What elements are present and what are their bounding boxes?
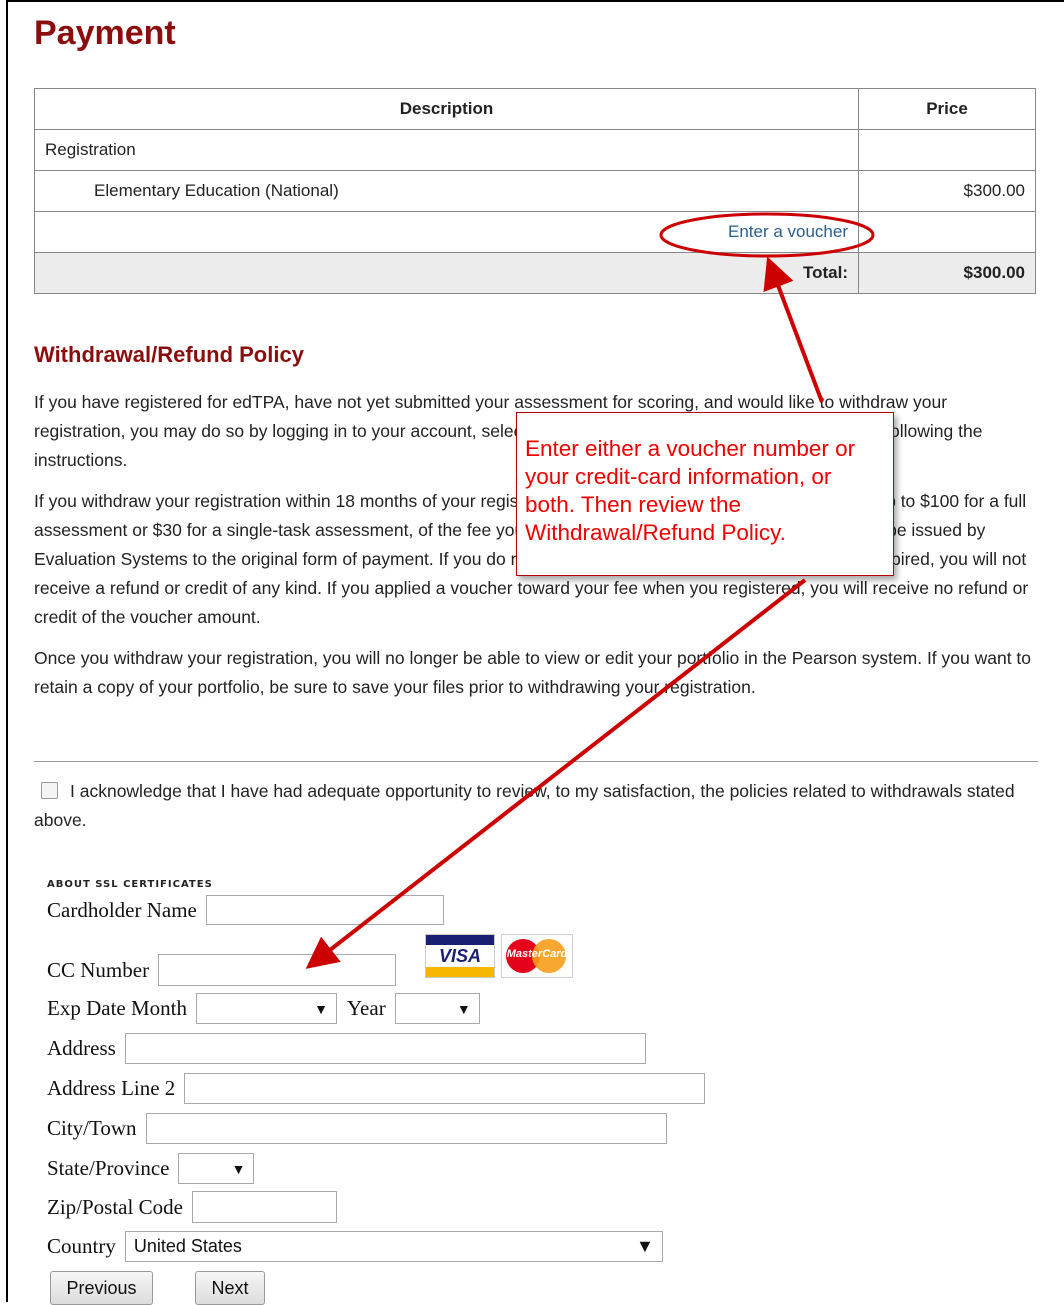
mastercard-logo: MasterCard — [501, 934, 573, 978]
table-row: Registration — [34, 129, 1036, 171]
city-label: City/Town — [47, 1116, 137, 1140]
zip-label: Zip/Postal Code — [47, 1194, 183, 1219]
city-row: City/Town — [47, 1113, 667, 1144]
total-row: Total: $300.00 — [34, 252, 1036, 294]
price-table: Description Price Registration Elementar… — [34, 88, 1036, 294]
country-select[interactable]: United States ▼ — [124, 1231, 663, 1262]
policy-paragraph: Once you withdraw your registration, you… — [34, 648, 1032, 697]
visa-text: VISA — [438, 946, 481, 966]
empty-cell — [858, 211, 1036, 253]
table-row: Enter a voucher — [34, 211, 1036, 253]
table-header-row: Description Price — [34, 88, 1036, 130]
item-price: $300.00 — [858, 170, 1036, 212]
country-row: Country United States ▼ — [47, 1231, 663, 1262]
voucher-cell: Enter a voucher — [34, 211, 859, 253]
enter-voucher-link[interactable]: Enter a voucher — [728, 222, 848, 241]
address2-label: Address Line 2 — [47, 1076, 176, 1100]
exp-year-select[interactable]: ▼ — [394, 993, 480, 1024]
year-label: Year — [346, 996, 386, 1020]
cardholder-row: Cardholder Name — [47, 895, 444, 925]
state-row: State/Province ▼ — [47, 1153, 255, 1184]
cc-number-label: CC Number — [47, 957, 150, 982]
total-value: $300.00 — [858, 252, 1036, 294]
state-select[interactable]: ▼ — [178, 1153, 255, 1184]
chevron-down-icon: ▼ — [636, 1236, 654, 1256]
cc-number-row: CC Number — [47, 954, 397, 986]
exp-month-label: Exp Date Month — [47, 996, 187, 1020]
acknowledge-text: I acknowledge that I have had adequate o… — [34, 781, 1015, 830]
zip-row: Zip/Postal Code — [47, 1191, 337, 1223]
ssl-certificates-link[interactable]: ABOUT SSL CERTIFICATES — [47, 879, 213, 890]
item-description: Elementary Education (National) — [34, 170, 859, 212]
mastercard-text: MasterCard — [506, 948, 568, 960]
acknowledge-row: I acknowledge that I have had adequate o… — [34, 777, 1038, 835]
annotation-callout: Enter either a voucher number or your cr… — [516, 412, 894, 576]
table-row: Elementary Education (National) $300.00 — [34, 170, 1036, 212]
next-button[interactable]: Next — [195, 1271, 265, 1305]
cc-number-input[interactable] — [158, 954, 397, 986]
divider — [34, 761, 1038, 762]
zip-input[interactable] — [191, 1191, 337, 1223]
exp-month-select[interactable]: ▼ — [195, 993, 337, 1024]
address2-row: Address Line 2 — [47, 1073, 706, 1104]
cardholder-name-input[interactable] — [205, 895, 444, 925]
acknowledge-checkbox[interactable] — [41, 782, 58, 799]
address-label: Address — [47, 1036, 116, 1060]
address-input[interactable] — [124, 1033, 646, 1064]
total-label: Total: — [34, 252, 859, 294]
price-header: Price — [858, 88, 1036, 130]
policy-heading: Withdrawal/Refund Policy — [34, 342, 304, 367]
city-input[interactable] — [145, 1113, 667, 1144]
visa-logo: VISA — [425, 934, 495, 978]
registration-label: Registration — [34, 129, 859, 171]
previous-button[interactable]: Previous — [50, 1271, 153, 1305]
cardholder-label: Cardholder Name — [47, 897, 197, 922]
country-value: United States — [133, 1236, 242, 1256]
exp-date-row: Exp Date Month ▼ Year ▼ — [47, 993, 480, 1024]
state-label: State/Province — [47, 1156, 170, 1180]
page-title: Payment — [34, 14, 176, 52]
address2-input[interactable] — [184, 1073, 706, 1104]
country-label: Country — [47, 1234, 116, 1258]
description-header: Description — [34, 88, 859, 130]
empty-cell — [858, 129, 1036, 171]
address-row: Address — [47, 1033, 646, 1064]
